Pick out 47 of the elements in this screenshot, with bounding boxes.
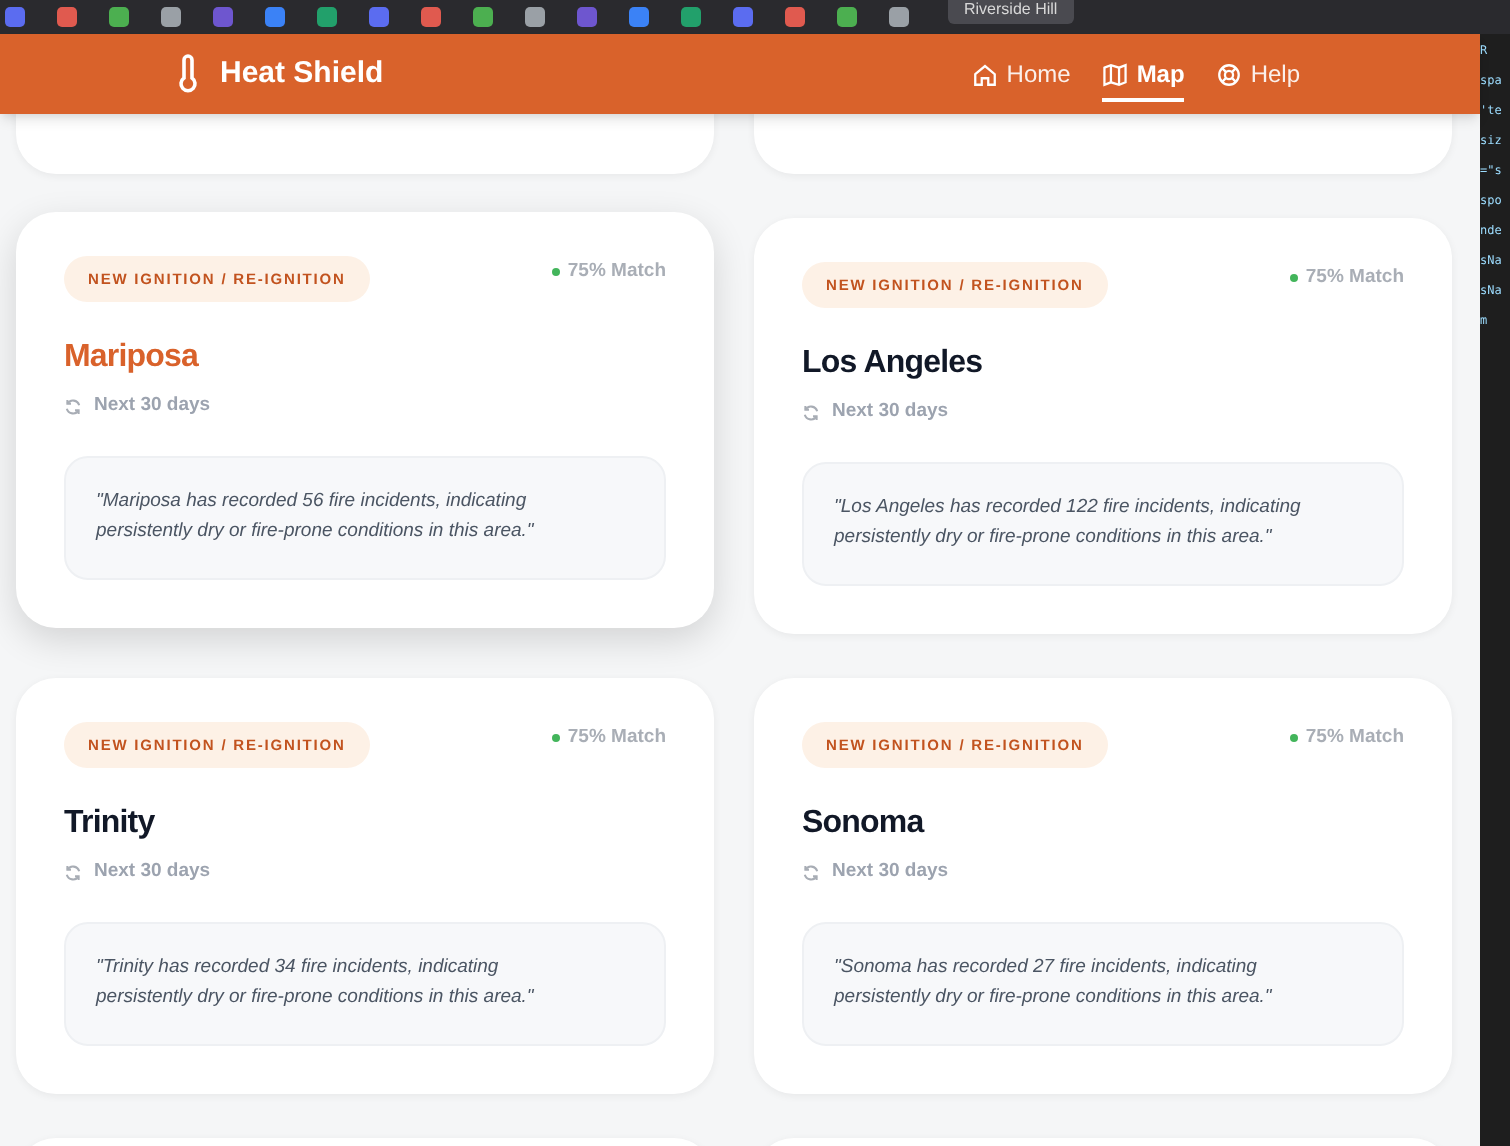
forecast-period: Next 30 days [94,858,211,887]
favicon-icon[interactable] [628,6,650,28]
favicon-icon[interactable] [784,6,806,28]
browser-tab[interactable]: Riverside Hill [948,0,1074,23]
map-icon [1102,61,1129,87]
favicon-icon[interactable] [680,6,702,28]
app-title: Heat Shield [220,53,384,94]
favicon-icon[interactable] [732,6,754,28]
favicon-icon[interactable] [836,6,858,28]
lifebuoy-icon [1216,61,1243,87]
forecast-period: Next 30 days [832,858,949,887]
thermometer-icon [176,54,200,94]
favicon-icon[interactable] [524,6,546,28]
fire-summary-quote: "Los Angeles has recorded 122 fire incidents, indicating persistently dry or fire-prone conditions in this area." [834,493,1303,551]
favicon-icon[interactable] [472,6,494,28]
nav-link[interactable]: Help [1216,56,1300,102]
county-title: Sonoma [802,804,927,845]
refresh-icon [64,397,82,416]
favicon-icon[interactable] [4,6,26,28]
favicon-icon[interactable] [160,6,182,28]
county-title: Trinity [64,804,157,845]
favicon-icon[interactable] [108,6,130,28]
nav-link[interactable]: Map [1102,56,1185,102]
favicon-icon[interactable] [56,6,78,28]
match-score: 75% Match [1305,724,1404,752]
county-title: Los Angeles [802,344,985,385]
fire-summary-quote: "Trinity has recorded 34 fire incidents, indicating persistently dry or fire-prone conditions in this area." [96,953,536,1011]
match-score: 75% Match [1305,264,1404,292]
nav-link[interactable]: Home [972,56,1071,102]
refresh-icon [64,863,82,882]
favicon-icon[interactable] [316,6,338,28]
favicon-icon[interactable] [212,6,234,28]
home-icon [972,61,999,87]
forecast-period: Next 30 days [832,398,949,427]
fire-summary-quote: "Mariposa has recorded 56 fire incidents, indicating persistently dry or fire-prone conditions in this area." [96,487,536,545]
refresh-icon [802,863,820,882]
forecast-period: Next 30 days [94,392,211,421]
refresh-icon [802,403,820,422]
match-score: 75% Match [567,258,666,286]
match-score: 75% Match [567,724,666,752]
fire-summary-quote: "Sonoma has recorded 27 fire incidents, indicating persistently dry or fire-prone conditions in this area." [834,953,1274,1011]
favicon-icon[interactable] [368,6,390,28]
favicon-icon[interactable] [264,6,286,28]
county-title: Mariposa [64,338,201,379]
favicon-icon[interactable] [576,6,598,28]
favicon-icon[interactable] [888,6,910,28]
favicon-icon[interactable] [420,6,442,28]
